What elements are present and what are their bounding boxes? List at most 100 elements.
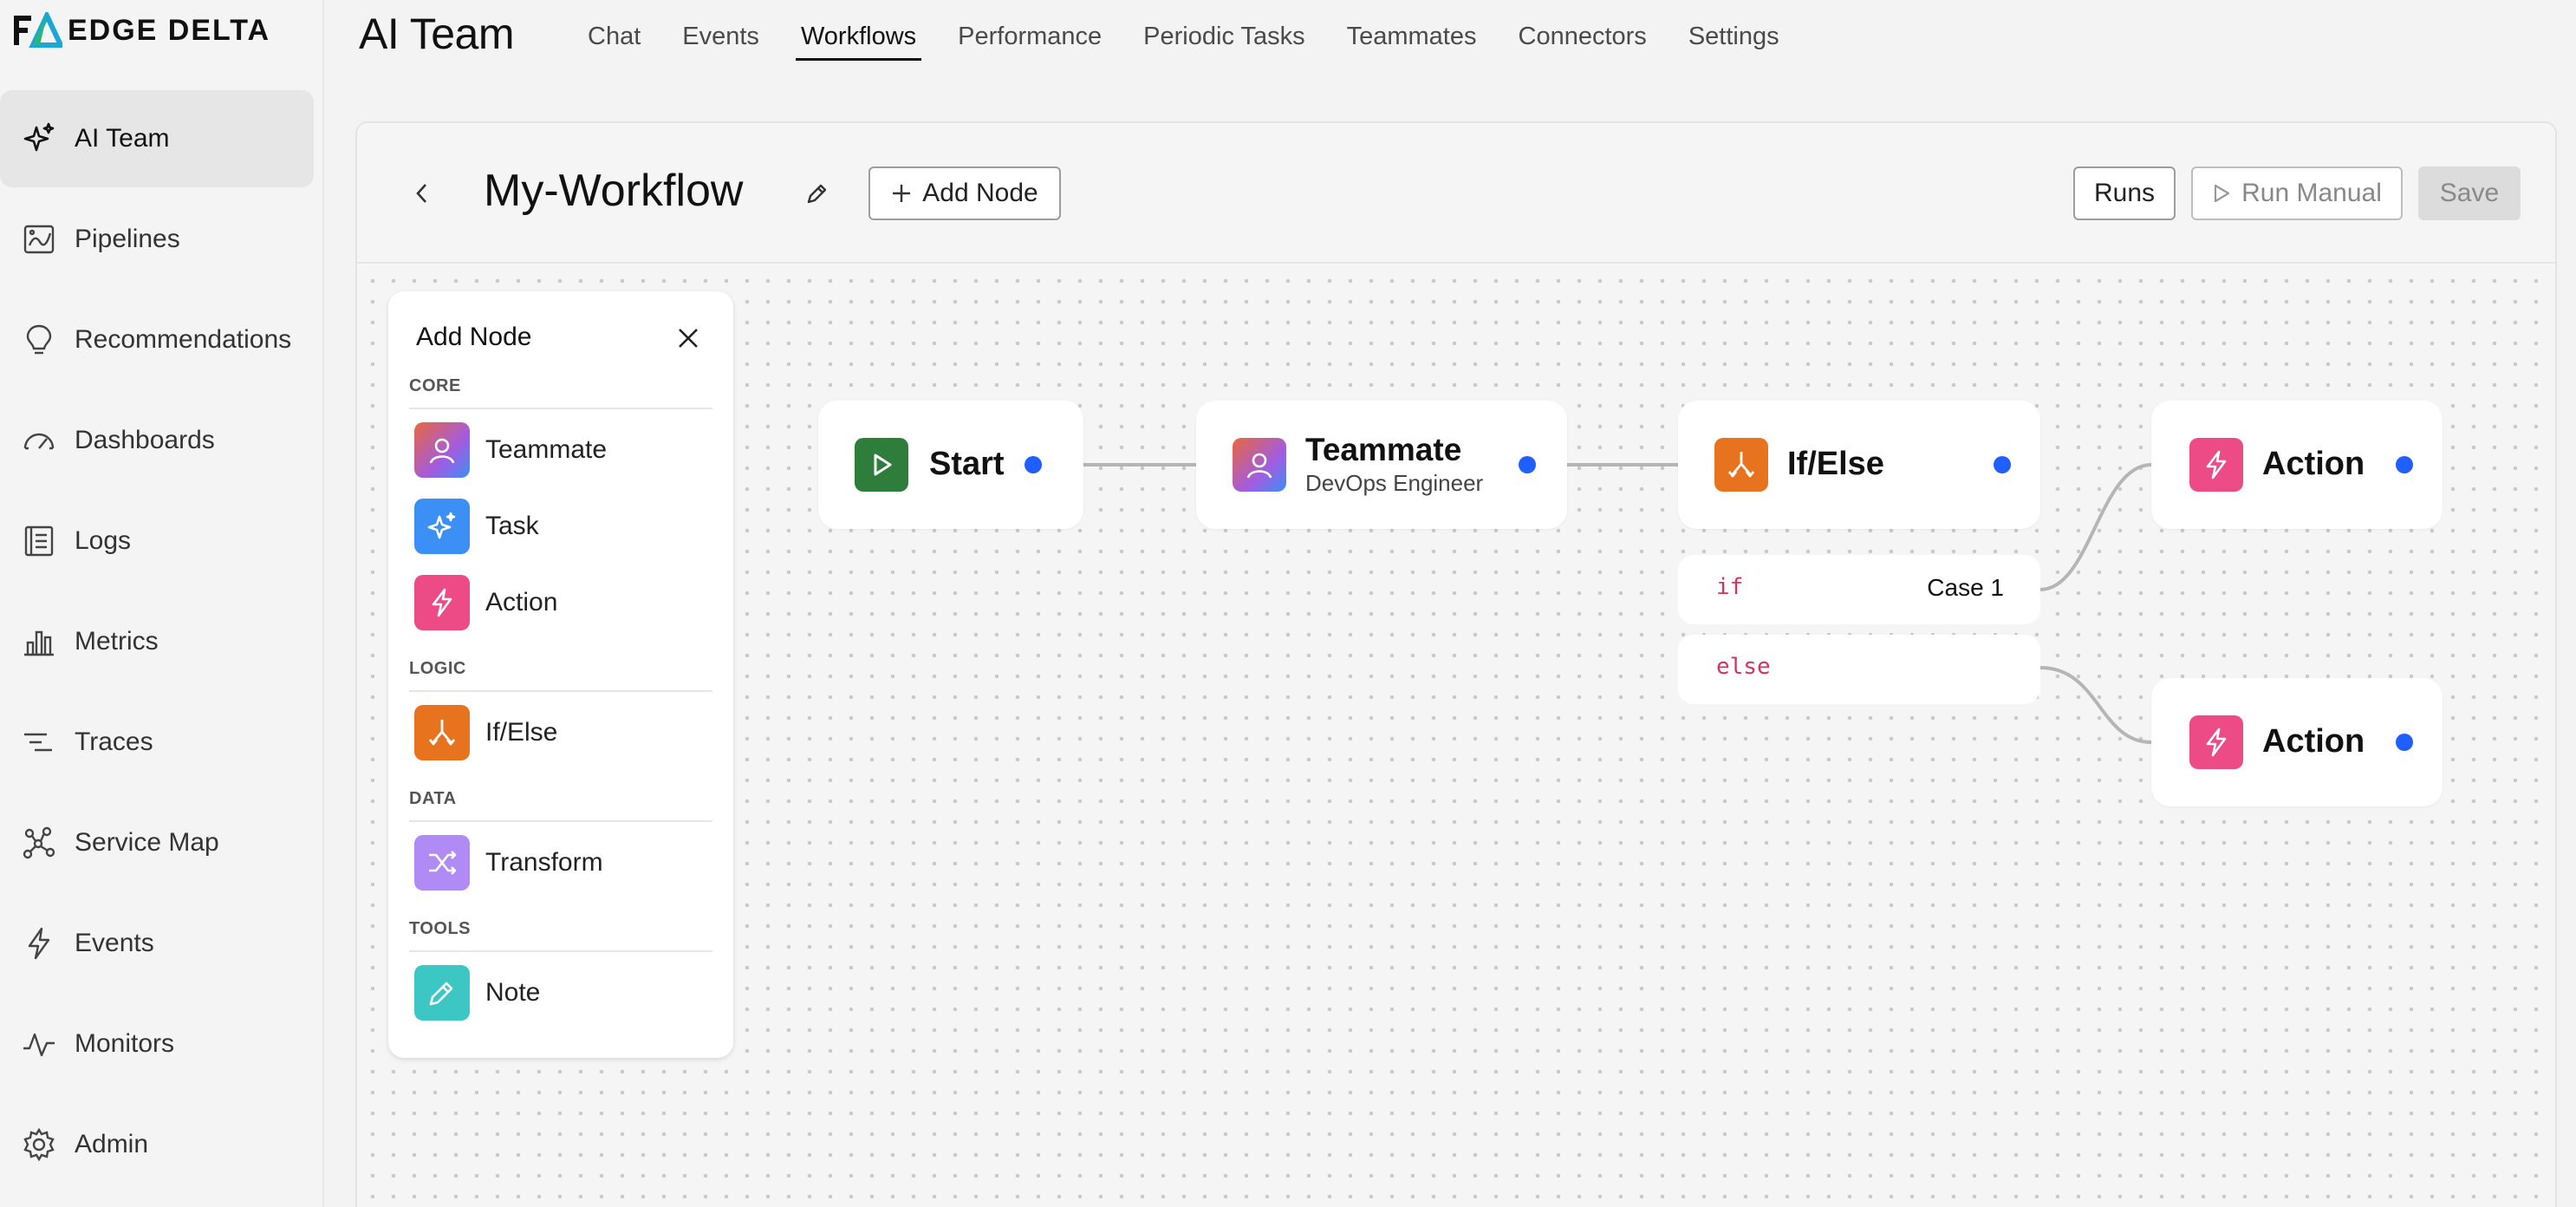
sidebar-item-label: AI Team [75,124,170,153]
pipelines-icon [21,221,57,258]
sidebar-item-recommendations[interactable]: Recommendations [0,291,314,388]
gear-icon [21,1126,57,1163]
sidebar-item-pipelines[interactable]: Pipelines [0,191,314,288]
sidebar-item-label: Monitors [75,1029,175,1058]
pencil-icon [807,184,827,204]
output-port[interactable] [1994,456,2011,473]
sidebar-item-label: Service Map [75,828,219,857]
bar-chart-icon [21,623,57,660]
edge-delta-logo[interactable]: EDGE DELTA [12,10,270,50]
palette-item-teammate[interactable]: Teammate [414,421,709,479]
add-node-button[interactable]: Add Node [868,166,1061,220]
sidebar-item-dashboards[interactable]: Dashboards [0,392,314,489]
node-ifelse[interactable]: If/Else [1678,401,2040,529]
add-node-palette: Add Node CORE Teammate Task Action LOGIC… [388,291,733,1058]
tab-teammates[interactable]: Teammates [1347,19,1477,59]
output-port[interactable] [1519,456,1536,473]
chevron-left-icon [416,184,426,203]
palette-item-ifelse[interactable]: If/Else [414,704,709,761]
node-action-1[interactable]: Action [2151,401,2443,529]
palette-title: Add Node [416,323,532,351]
sidebar-item-service-map[interactable]: Service Map [0,794,314,891]
lightning-icon [414,575,470,630]
save-button[interactable]: Save [2418,166,2521,220]
palette-item-transform[interactable]: Transform [414,834,709,891]
output-port[interactable] [2396,456,2413,473]
plus-icon [893,185,911,202]
lightning-icon [21,925,57,962]
logs-icon [21,523,57,559]
lightning-icon [2189,715,2243,769]
node-label: Action [2262,446,2365,482]
sidebar-item-label: Admin [75,1130,149,1158]
divider [409,690,712,692]
tab-performance[interactable]: Performance [958,19,1102,59]
branch-if[interactable]: if Case 1 [1678,555,2040,624]
palette-item-label: Teammate [485,435,608,464]
play-icon [2215,184,2230,203]
palette-section-data: DATA [409,789,457,808]
sidebar-item-metrics[interactable]: Metrics [0,593,314,690]
node-action-2[interactable]: Action [2151,678,2443,806]
add-node-label: Add Node [922,179,1038,207]
palette-item-label: If/Else [485,718,558,747]
node-teammate[interactable]: Teammate DevOps Engineer [1196,401,1567,529]
palette-item-label: Note [485,978,541,1007]
palette-item-note[interactable]: Note [414,964,709,1021]
gauge-icon [21,422,57,459]
close-button[interactable] [671,321,706,356]
sidebar-item-label: Pipelines [75,225,180,253]
traces-icon [21,724,57,760]
tab-connectors[interactable]: Connectors [1519,19,1647,59]
edge-else-action2 [2039,666,2152,744]
sparkle-icon [414,499,470,554]
user-icon [1233,438,1286,492]
sidebar-item-traces[interactable]: Traces [0,694,314,791]
tab-chat[interactable]: Chat [588,19,641,59]
palette-section-core: CORE [409,376,461,395]
sidebar-item-label: Events [75,929,154,957]
pencil-icon [414,965,470,1021]
workflow-canvas[interactable]: Start Teammate DevOps Engineer If/Else i… [357,265,2555,1207]
branch-else[interactable]: else [1678,635,2040,704]
lightbulb-icon [21,322,57,358]
palette-item-label: Transform [485,848,603,877]
sidebar-item-label: Metrics [75,627,159,656]
edge-if-action1 [2039,463,2152,591]
run-manual-label: Run Manual [2241,179,2382,207]
user-icon [414,422,470,478]
node-label: Start [929,446,1005,482]
palette-section-logic: LOGIC [409,659,466,678]
sidebar-item-label: Recommendations [75,325,292,354]
tab-periodic-tasks[interactable]: Periodic Tasks [1143,19,1304,59]
tab-events[interactable]: Events [682,19,759,59]
edit-name-button[interactable] [797,175,836,213]
palette-section-tools: TOOLS [409,919,472,938]
run-manual-button[interactable]: Run Manual [2191,166,2403,220]
node-label: Teammate [1305,432,1462,467]
sidebar-item-events[interactable]: Events [0,895,314,992]
workflow-name: My-Workflow [484,166,744,216]
output-port[interactable] [2396,734,2413,751]
runs-button[interactable]: Runs [2073,166,2176,220]
tab-workflows[interactable]: Workflows [795,19,922,61]
node-start[interactable]: Start [818,401,1083,529]
branch-icon [1714,438,1768,492]
pulse-icon [21,1026,57,1062]
sidebar-item-monitors[interactable]: Monitors [0,995,314,1093]
palette-item-task[interactable]: Task [414,498,709,555]
output-port[interactable] [1025,456,1042,473]
sidebar-item-admin[interactable]: Admin [0,1096,314,1193]
sidebar-item-logs[interactable]: Logs [0,493,314,590]
edge-delta-logo-icon [14,12,62,48]
workflow-editor: My-Workflow Add Node Runs Run Manual Sav… [355,121,2557,1207]
logo-text: EDGE DELTA [68,13,271,47]
save-label: Save [2439,179,2500,207]
palette-item-action[interactable]: Action [414,574,709,631]
sidebar-item-ai-team[interactable]: AI Team [0,90,314,187]
sidebar-item-label: Dashboards [75,426,215,454]
workflow-header: My-Workflow Add Node Runs Run Manual Sav… [357,123,2555,264]
back-button[interactable] [400,172,444,215]
tab-settings[interactable]: Settings [1688,19,1779,59]
close-icon [679,329,698,348]
